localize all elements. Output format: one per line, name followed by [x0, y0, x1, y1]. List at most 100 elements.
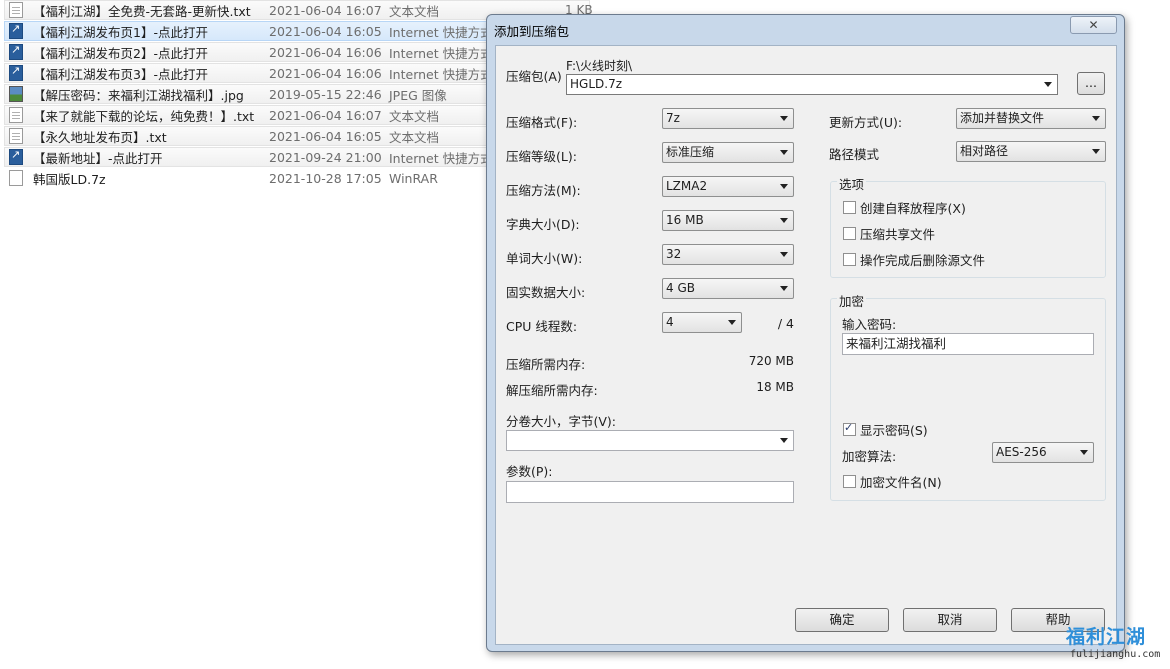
file-name: 韩国版LD.7z [33, 171, 106, 187]
sfx-checkbox[interactable]: 创建自释放程序(X) [843, 198, 966, 217]
checkbox-box [843, 253, 856, 266]
chevron-down-icon [1080, 450, 1088, 455]
close-button[interactable]: ✕ [1070, 16, 1117, 34]
chevron-down-icon [780, 252, 788, 257]
file-date: 2021-06-04 16:06 [269, 65, 382, 81]
enc-method-select[interactable]: AES-256 [992, 442, 1094, 463]
file-date: 2019-05-15 22:46 [269, 86, 382, 102]
word-select[interactable]: 32 [662, 244, 794, 265]
dict-select[interactable]: 16 MB [662, 210, 794, 231]
encrypt-names-checkbox[interactable]: 加密文件名(N) [843, 472, 942, 491]
cpu-label: CPU 线程数: [506, 319, 578, 334]
mem-decomp-value: 18 MB [756, 380, 794, 394]
chevron-down-icon [728, 320, 736, 325]
password-input[interactable]: 来福利江湖找福利 [842, 333, 1094, 355]
enc-method-label: 加密算法: [842, 449, 897, 464]
file-type: Internet 快捷方式 [389, 150, 493, 166]
file-name: 【福利江湖】全免费-无套路-更新快.txt [33, 3, 251, 19]
file-name: 【最新地址】-点此打开 [33, 150, 163, 166]
file-name: 【福利江湖发布页3】-点此打开 [33, 66, 208, 82]
password-label: 输入密码: [842, 317, 897, 332]
solid-value: 4 GB [666, 281, 695, 295]
text-file-icon [9, 2, 23, 18]
pathmode-value: 相对路径 [960, 144, 1009, 158]
ok-button[interactable]: 确定 [795, 608, 889, 632]
mem-decomp-label: 解压缩所需内存: [506, 383, 598, 398]
file-name: 【解压密码：来福利江湖找福利】.jpg [33, 87, 244, 103]
format-label: 压缩格式(F): [506, 115, 578, 130]
checkbox-box [843, 201, 856, 214]
show-password-checkbox[interactable]: 显示密码(S) [843, 420, 928, 439]
show-password-label: 显示密码(S) [860, 423, 928, 438]
dict-value: 16 MB [666, 213, 704, 227]
chevron-down-icon [780, 286, 788, 291]
shared-checkbox[interactable]: 压缩共享文件 [843, 224, 935, 243]
chevron-down-icon [1044, 82, 1052, 87]
file-name: 【福利江湖发布页2】-点此打开 [33, 45, 208, 61]
chevron-down-icon [780, 218, 788, 223]
update-select[interactable]: 添加并替换文件 [956, 108, 1106, 129]
chevron-down-icon [780, 116, 788, 121]
cpu-select[interactable]: 4 [662, 312, 742, 333]
file-type: 文本文档 [389, 3, 440, 19]
solid-label: 固实数据大小: [506, 285, 586, 300]
delete-source-label: 操作完成后删除源文件 [860, 253, 986, 268]
internet-shortcut-icon [9, 43, 23, 60]
level-select[interactable]: 标准压缩 [662, 142, 794, 163]
sfx-label: 创建自释放程序(X) [860, 201, 966, 216]
solid-select[interactable]: 4 GB [662, 278, 794, 299]
internet-shortcut-icon [9, 22, 23, 39]
cpu-value: 4 [666, 315, 674, 329]
file-type: Internet 快捷方式 [389, 45, 493, 61]
word-value: 32 [666, 247, 682, 261]
image-file-icon [9, 86, 23, 102]
archive-name-combo[interactable]: HGLD.7z [566, 74, 1058, 95]
file-type: 文本文档 [389, 129, 440, 145]
file-date: 2021-06-04 16:07 [269, 2, 382, 18]
checkbox-box [843, 475, 856, 488]
encryption-title: 加密 [837, 291, 867, 310]
file-date: 2021-10-28 17:05 [269, 170, 382, 186]
file-type: Internet 快捷方式 [389, 24, 493, 40]
file-type: JPEG 图像 [389, 87, 447, 103]
checkbox-box [843, 227, 856, 240]
method-value: LZMA2 [666, 179, 708, 193]
level-value: 标准压缩 [666, 145, 715, 159]
file-date: 2021-06-04 16:07 [269, 107, 382, 123]
volume-label: 分卷大小，字节(V): [506, 414, 617, 429]
text-file-icon [9, 107, 23, 123]
mem-comp-label: 压缩所需内存: [506, 357, 586, 372]
chevron-down-icon [1092, 116, 1100, 121]
file-date: 2021-09-24 21:00 [269, 149, 382, 165]
enc-method-value: AES-256 [996, 445, 1047, 459]
format-select[interactable]: 7z [662, 108, 794, 129]
site-watermark: 福利江湖 fulijianghu.com [1066, 622, 1166, 666]
pathmode-label: 路径模式 [829, 147, 880, 162]
shared-label: 压缩共享文件 [860, 227, 936, 242]
internet-shortcut-icon [9, 64, 23, 81]
archive-file-icon [9, 170, 23, 186]
encrypt-names-label: 加密文件名(N) [860, 475, 942, 490]
add-to-archive-dialog: 添加到压缩包 ✕ 压缩包(A) F:\火线时刻\ HGLD.7z ... 压缩格… [486, 14, 1125, 652]
file-date: 2021-06-04 16:05 [269, 128, 382, 144]
delete-source-checkbox[interactable]: 操作完成后删除源文件 [843, 250, 985, 269]
pathmode-select[interactable]: 相对路径 [956, 141, 1106, 162]
format-value: 7z [666, 111, 680, 125]
archive-label: 压缩包(A) [506, 69, 562, 84]
archive-name-value: HGLD.7z [570, 77, 622, 91]
chevron-down-icon [1092, 149, 1100, 154]
dict-label: 字典大小(D): [506, 217, 580, 232]
dialog-title: 添加到压缩包 [494, 24, 570, 39]
method-select[interactable]: LZMA2 [662, 176, 794, 197]
volume-combo[interactable] [506, 430, 794, 451]
checkbox-box-checked [843, 421, 856, 436]
file-name: 【福利江湖发布页1】-点此打开 [33, 24, 208, 40]
file-date: 2021-06-04 16:06 [269, 44, 382, 60]
cancel-button[interactable]: 取消 [903, 608, 997, 632]
file-type: 文本文档 [389, 108, 440, 124]
level-label: 压缩等级(L): [506, 149, 577, 164]
params-label: 参数(P): [506, 464, 553, 479]
options-title: 选项 [837, 174, 867, 193]
params-input[interactable] [506, 481, 794, 503]
browse-button[interactable]: ... [1077, 72, 1105, 95]
